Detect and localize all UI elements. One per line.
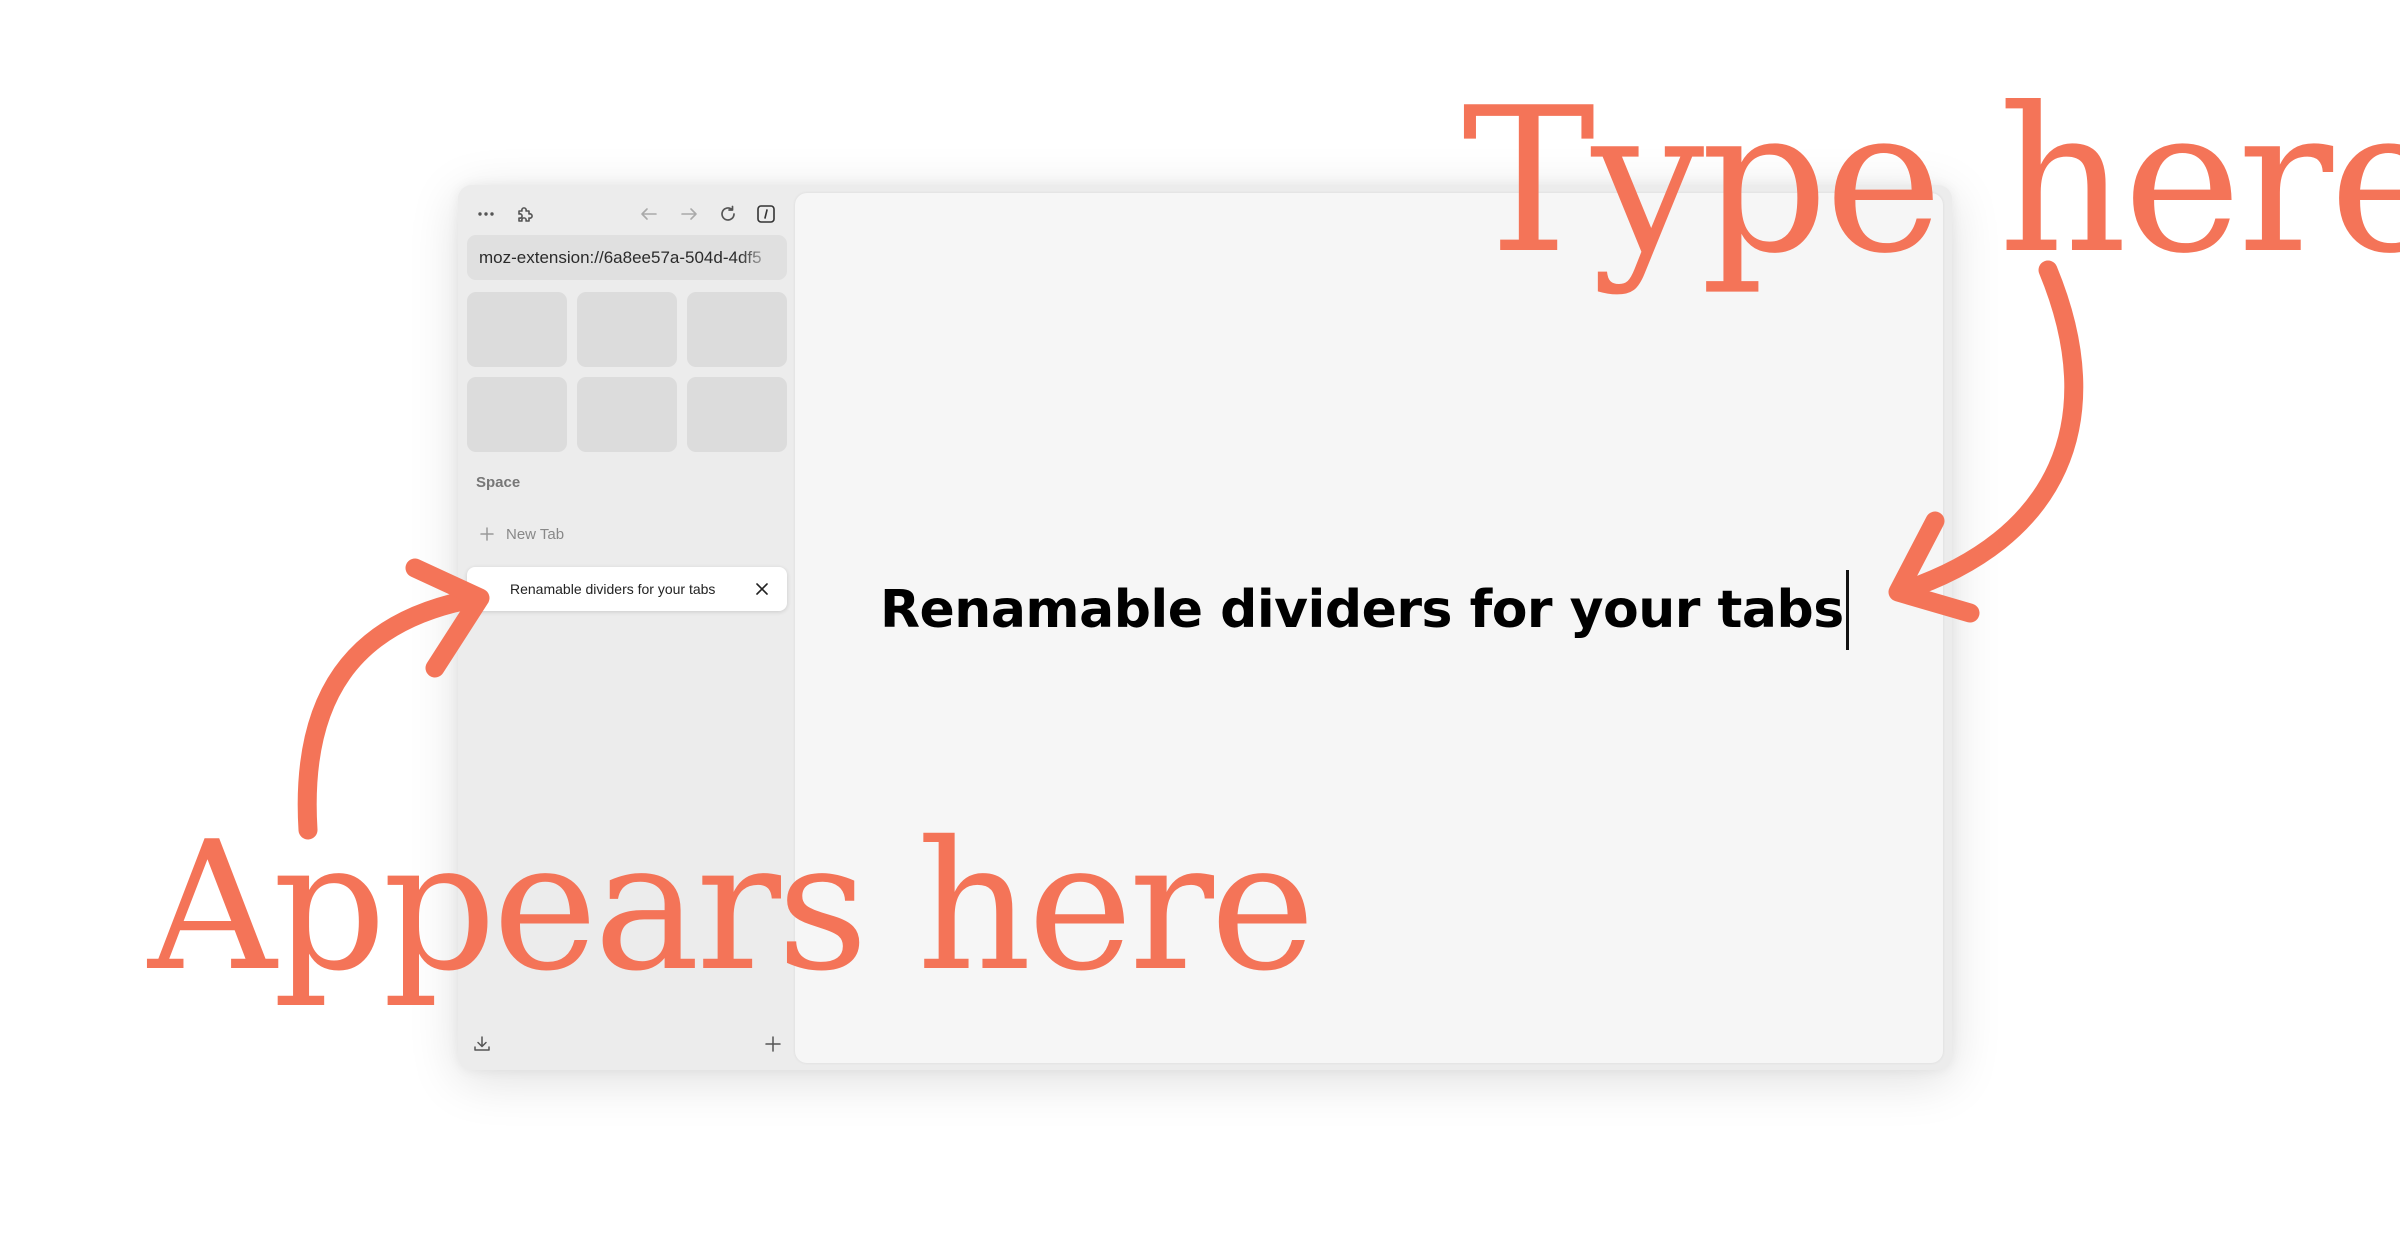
type-here-annotation: Type here [1462,65,2400,298]
url-bar[interactable]: moz-extension://6a8ee57a-504d-4df5 [467,235,787,280]
divider-name-input[interactable]: Renamable dividers for your tabs [880,570,1849,650]
text-caret [1845,570,1849,650]
new-tab-label: New Tab [506,525,565,543]
pinned-tab[interactable] [687,377,787,452]
puzzle-icon[interactable] [510,199,540,229]
pinned-tab[interactable] [577,292,677,367]
reload-icon[interactable] [713,199,743,229]
divider-tab-label: Renamable dividers for your tabs [510,581,716,597]
pinned-tab[interactable] [687,292,787,367]
arrow-left-icon[interactable] [634,199,664,229]
pinned-tab[interactable] [467,292,567,367]
plus-icon[interactable] [760,1031,786,1057]
close-icon[interactable] [751,578,773,600]
url-text: moz-extension://6a8ee57a-504d-4df5 [479,247,762,267]
more-horizontal-icon[interactable] [471,199,501,229]
sidebar-toggle-icon[interactable] [751,199,781,229]
new-tab-button[interactable]: New Tab [476,521,564,547]
pinned-tab[interactable] [467,377,567,452]
divider-tab[interactable]: Renamable dividers for your tabs [467,567,787,611]
arrow-right-icon[interactable] [674,199,704,229]
plus-icon [476,523,498,545]
space-label: Space [476,474,521,491]
pinned-tab[interactable] [577,377,677,452]
download-icon[interactable] [469,1031,495,1057]
divider-name-value: Renamable dividers for your tabs [880,580,1844,640]
appears-here-annotation: Appears here [148,803,1315,1010]
appears-here-arrow-icon [297,588,488,840]
stage: moz-extension://6a8ee57a-504d-4df5 Space… [0,0,2400,1250]
